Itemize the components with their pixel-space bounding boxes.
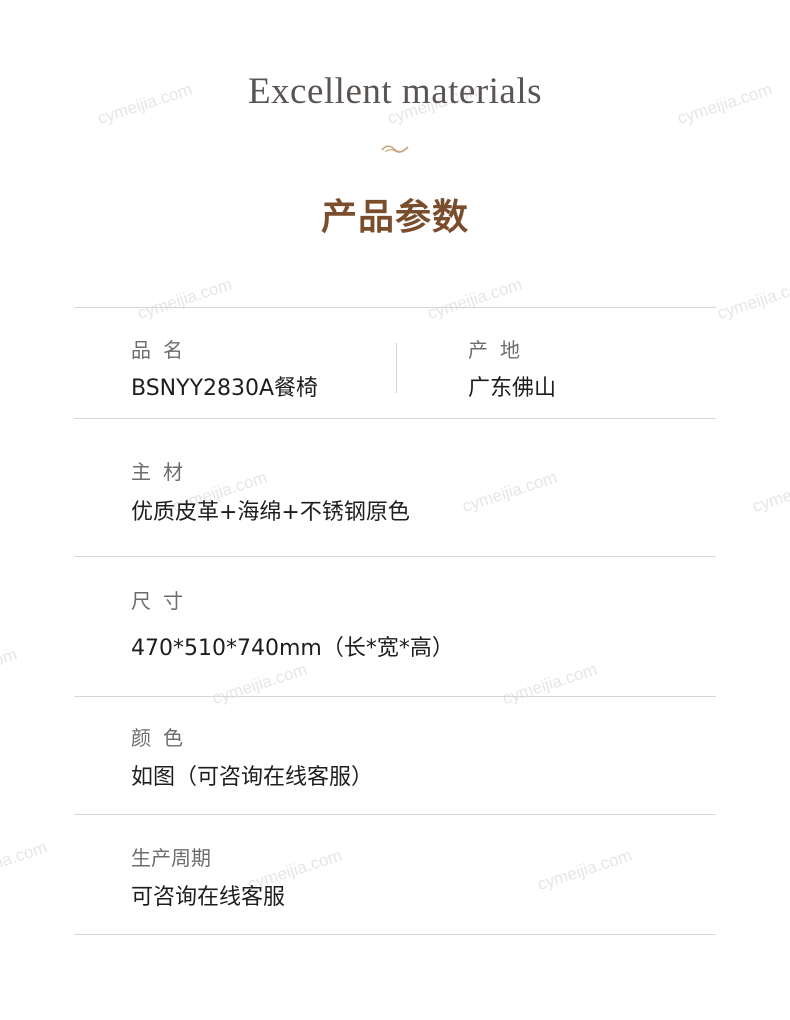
param-label-name: 品名: [131, 338, 195, 362]
param-value-name: BSNYY2830A餐椅: [131, 376, 319, 401]
param-label-cycle: 生产周期: [131, 846, 211, 870]
section-title-cn: 产品参数: [320, 196, 469, 238]
param-value-origin: 广东佛山: [468, 376, 557, 401]
row-divider: [74, 934, 716, 935]
row-divider: [74, 696, 716, 697]
param-value-size: 470*510*740mm（长*宽*高）: [131, 636, 454, 661]
param-label-origin: 产地: [468, 338, 532, 362]
param-value-material: 优质皮革+海绵+不锈钢原色: [131, 500, 410, 525]
wave-ornament-icon: [381, 145, 409, 153]
watermark-text: cymeijia.com: [500, 659, 600, 709]
param-label-color: 颜色: [131, 726, 195, 750]
param-label-material: 主材: [131, 460, 195, 484]
watermark-text: cymeijia.com: [535, 845, 635, 895]
column-divider: [396, 343, 397, 393]
row-divider: [74, 556, 716, 557]
watermark-text: cymeijia.com: [135, 274, 235, 324]
row-divider: [74, 307, 716, 308]
watermark-text: cymeijia.com: [210, 659, 310, 709]
row-divider: [74, 814, 716, 815]
watermark-text: cymeijia.com: [460, 467, 560, 517]
row-divider: [74, 418, 716, 419]
section-title-en: Excellent materials: [247, 71, 543, 112]
watermark-text: cymeijia.com: [425, 274, 525, 324]
watermark-text: cymeijia.com: [750, 467, 790, 517]
watermark-text: cymeijia.com: [0, 644, 20, 694]
param-label-size: 尺寸: [131, 589, 195, 613]
watermark-text: cymeijia.com: [715, 274, 790, 324]
watermark-text: cymeijia.com: [0, 837, 50, 887]
param-value-cycle: 可咨询在线客服: [131, 885, 286, 910]
param-value-color: 如图（可咨询在线客服）: [131, 765, 374, 790]
